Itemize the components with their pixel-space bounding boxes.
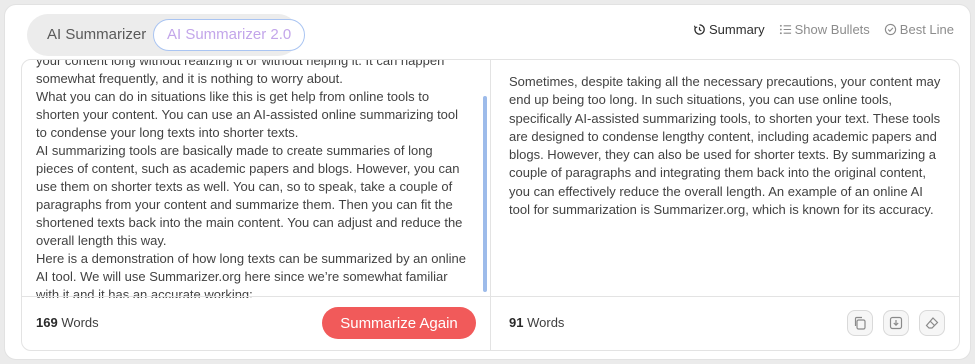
input-paragraph: What you can do in situations like this … [36,89,459,140]
download-icon [889,316,903,330]
output-word-count-label: Words [527,315,565,330]
copy-icon [854,316,866,330]
tab-show-bullets-label: Show Bullets [794,22,870,37]
output-word-count-value: 91 [509,315,524,330]
input-text: your content long without realizing it o… [36,60,472,298]
output-panel: Sometimes, despite taking all the necess… [490,59,960,351]
output-summary-text: Sometimes, despite taking all the necess… [509,74,941,218]
input-word-count-label: Words [61,315,99,330]
view-tabs: Summary Show Bullets Best Line [693,22,954,37]
summarize-again-button[interactable]: Summarize Again [322,307,476,339]
output-text-area: Sometimes, despite taking all the necess… [491,60,959,298]
summarizer-card: AI Summarizer AI Summarizer 2.0 Summary … [4,4,971,360]
tab-best-line[interactable]: Best Line [884,22,954,37]
input-paragraph: your content long without realizing it o… [36,60,445,86]
tab-summary-label: Summary [709,22,765,37]
bullets-icon [779,24,791,35]
output-footer: 91 Words [491,296,959,350]
input-word-count-value: 169 [36,315,58,330]
input-footer: 169 Words Summarize Again [22,296,490,350]
input-scrollbar[interactable] [483,64,487,294]
download-button[interactable] [883,310,909,336]
mode-switch: AI Summarizer AI Summarizer 2.0 [27,14,306,56]
input-scroll-thumb[interactable] [483,96,487,292]
input-panel: your content long without realizing it o… [21,59,491,351]
output-word-count: 91 Words [509,315,564,330]
tab-summary[interactable]: Summary [693,22,765,37]
tab-ai-summarizer-2[interactable]: AI Summarizer 2.0 [153,19,306,51]
input-paragraph: Here is a demonstration of how long text… [36,251,466,298]
tab-ai-summarizer[interactable]: AI Summarizer [34,19,159,51]
best-line-icon [884,23,896,36]
summary-icon [693,24,705,35]
copy-button[interactable] [847,310,873,336]
input-paragraph: AI summarizing tools are basically made … [36,143,463,248]
tab-show-bullets[interactable]: Show Bullets [779,22,870,37]
erase-button[interactable] [919,310,945,336]
input-word-count: 169 Words [36,315,99,330]
input-text-area[interactable]: your content long without realizing it o… [22,60,490,298]
eraser-icon [925,317,939,329]
tab-best-line-label: Best Line [899,22,954,37]
